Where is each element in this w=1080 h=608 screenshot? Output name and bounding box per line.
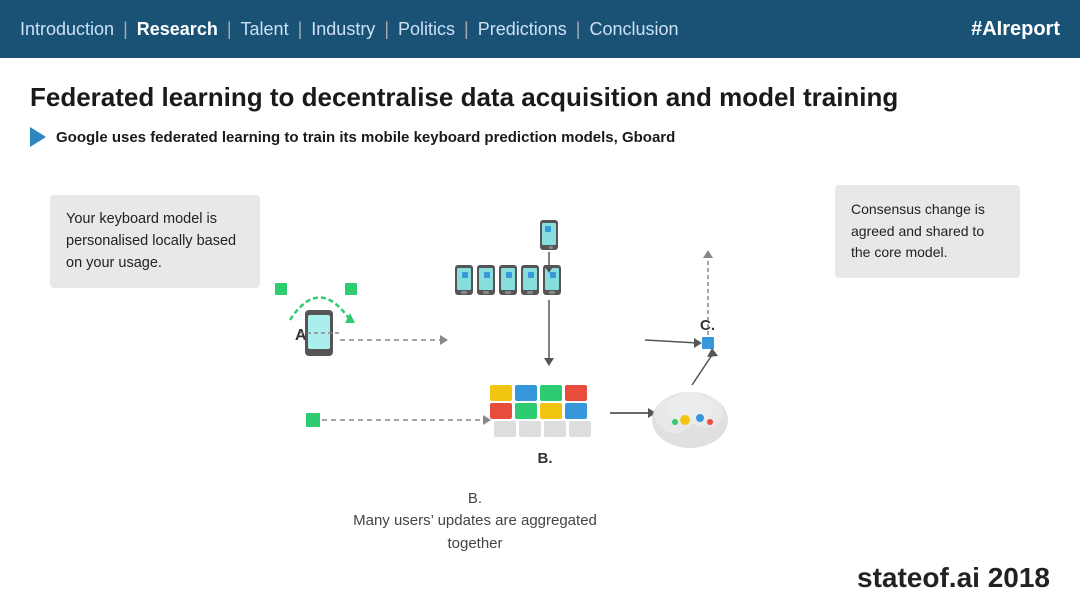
nav-item-industry[interactable]: Industry (311, 19, 375, 39)
nav-item-politics[interactable]: Politics (398, 19, 455, 39)
main-content: Federated learning to decentralise data … (0, 58, 1080, 565)
box-c-text: Consensus change is agreed and shared to… (835, 185, 1020, 278)
footer: stateof.ai 2018 (857, 562, 1050, 594)
subtitle: Google uses federated learning to train … (56, 129, 675, 146)
box-b-label: B. (340, 488, 610, 511)
nav-item-talent[interactable]: Talent (241, 19, 289, 39)
nav-item-research[interactable]: Research (137, 19, 218, 39)
sep1: | (123, 19, 133, 39)
box-a-text: Your keyboard model is personalised loca… (50, 195, 260, 288)
svg-text:B.: B. (538, 450, 553, 467)
sep6: | (576, 19, 586, 39)
hashtag: #AIreport (971, 18, 1060, 41)
sep3: | (298, 19, 308, 39)
nav-item-introduction[interactable]: Introduction (20, 19, 114, 39)
subtitle-row: Google uses federated learning to train … (30, 127, 1050, 147)
diagram: Your keyboard model is personalised loca… (30, 165, 1050, 555)
nav: Introduction | Research | Talent | Indus… (20, 19, 679, 40)
header: Introduction | Research | Talent | Indus… (0, 0, 1080, 58)
page-title: Federated learning to decentralise data … (30, 82, 1050, 113)
sep5: | (464, 19, 474, 39)
box-b-text: B. Many users’ updates are aggregated to… (340, 488, 610, 556)
triangle-icon (30, 127, 46, 147)
sep2: | (227, 19, 237, 39)
nav-item-predictions[interactable]: Predictions (478, 19, 567, 39)
diagram-svg: A. (250, 165, 800, 535)
sep4: | (384, 19, 394, 39)
nav-item-conclusion[interactable]: Conclusion (589, 19, 678, 39)
